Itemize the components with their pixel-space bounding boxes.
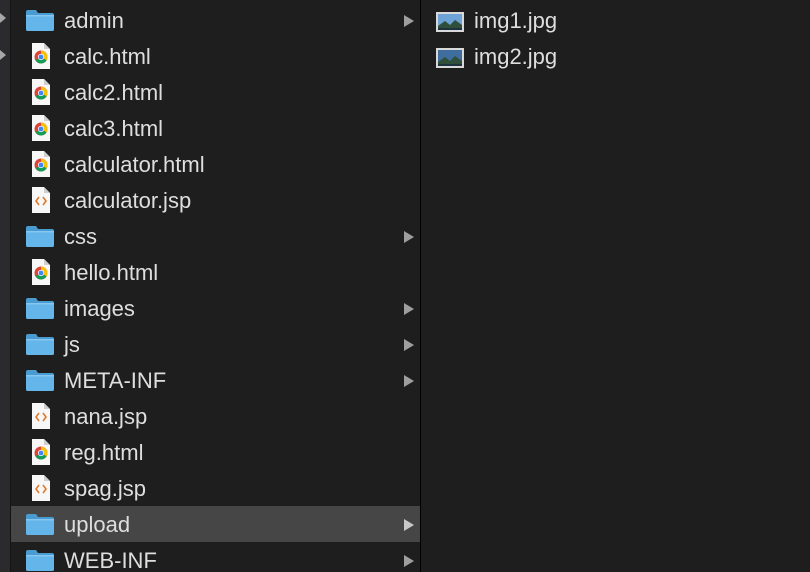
code-file-icon: [25, 402, 55, 430]
item-name: js: [64, 332, 80, 357]
item-name: img1.jpg: [474, 8, 558, 33]
folder-row[interactable]: upload: [11, 506, 420, 542]
file-column-webcontent[interactable]: admin calc.html calc2.html calc3.html calcul…: [11, 0, 421, 572]
disclosure-arrow-icon: [404, 303, 414, 315]
folder-row[interactable]: WEB-INF: [11, 542, 420, 572]
item-name: reg.html: [64, 440, 144, 465]
item-name: calculator.jsp: [64, 188, 192, 213]
item-name: calc2.html: [64, 80, 164, 105]
file-row[interactable]: calculator.jsp: [11, 182, 420, 218]
item-name: WEB-INF: [64, 548, 157, 572]
disclosure-arrow-icon: [0, 13, 6, 23]
image-thumbnail-icon: [436, 12, 464, 32]
code-file-icon: [25, 186, 55, 214]
folder-icon: [25, 294, 55, 322]
folder-icon: [25, 330, 55, 358]
disclosure-arrow-icon: [404, 555, 414, 567]
folder-icon: [25, 546, 55, 572]
disclosure-arrow-icon: [0, 50, 6, 60]
image-thumbnail-icon: [436, 48, 464, 68]
file-row[interactable]: calc2.html: [11, 74, 420, 110]
item-name: calc.html: [64, 44, 151, 69]
file-row[interactable]: calculator.html: [11, 146, 420, 182]
chrome-html-file-icon: [25, 42, 55, 70]
file-row[interactable]: img2.jpg: [421, 38, 810, 74]
code-file-icon: [25, 474, 55, 502]
file-row[interactable]: calc3.html: [11, 110, 420, 146]
item-name: images: [64, 296, 135, 321]
item-name: admin: [64, 8, 124, 33]
folder-icon: [25, 222, 55, 250]
previous-column-edge[interactable]: [0, 0, 11, 572]
item-name: spag.jsp: [64, 476, 146, 501]
chrome-html-file-icon: [25, 150, 55, 178]
folder-row[interactable]: META-INF: [11, 362, 420, 398]
folder-row[interactable]: images: [11, 290, 420, 326]
folder-icon: [25, 6, 55, 34]
item-name: css: [64, 224, 97, 249]
folder-row[interactable]: js: [11, 326, 420, 362]
item-name: hello.html: [64, 260, 159, 285]
disclosure-arrow-icon: [404, 15, 414, 27]
file-row[interactable]: img1.jpg: [421, 2, 810, 38]
file-column-upload[interactable]: img1.jpg img2.jpg: [421, 0, 810, 572]
disclosure-arrow-icon: [404, 339, 414, 351]
file-row[interactable]: spag.jsp: [11, 470, 420, 506]
item-name: upload: [64, 512, 131, 537]
folder-row[interactable]: admin: [11, 2, 420, 38]
chrome-html-file-icon: [25, 114, 55, 142]
chrome-html-file-icon: [25, 258, 55, 286]
item-name: META-INF: [64, 368, 167, 393]
item-name: calc3.html: [64, 116, 164, 141]
folder-row[interactable]: css: [11, 218, 420, 254]
disclosure-arrow-icon: [404, 375, 414, 387]
item-name: calculator.html: [64, 152, 205, 177]
item-name: nana.jsp: [64, 404, 148, 429]
folder-icon: [25, 366, 55, 394]
file-row[interactable]: hello.html: [11, 254, 420, 290]
chrome-html-file-icon: [25, 438, 55, 466]
folder-icon: [25, 510, 55, 538]
file-row[interactable]: calc.html: [11, 38, 420, 74]
disclosure-arrow-icon: [404, 519, 414, 531]
file-row[interactable]: nana.jsp: [11, 398, 420, 434]
file-row[interactable]: reg.html: [11, 434, 420, 470]
disclosure-arrow-icon: [404, 231, 414, 243]
item-name: img2.jpg: [474, 44, 558, 69]
chrome-html-file-icon: [25, 78, 55, 106]
